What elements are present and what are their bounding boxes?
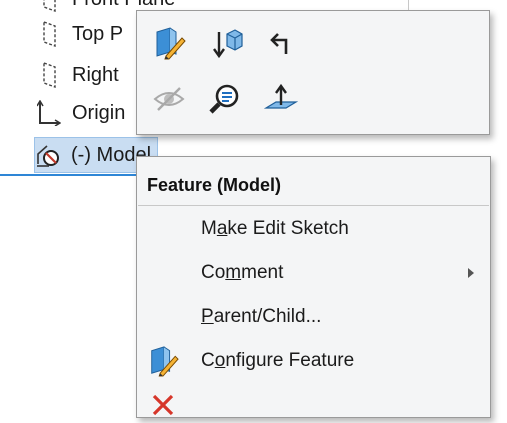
menu-item-label: Parent/Child... bbox=[201, 306, 322, 327]
menu-item-comment[interactable]: Comment bbox=[137, 253, 490, 293]
rollback-bar[interactable] bbox=[0, 174, 150, 176]
submenu-arrow-icon bbox=[468, 268, 474, 278]
hide-button[interactable] bbox=[149, 81, 189, 121]
delete-icon bbox=[145, 385, 181, 421]
parent-button[interactable] bbox=[261, 25, 301, 65]
menu-item-parent-child[interactable]: Parent/Child... bbox=[137, 297, 490, 337]
menu-item-make-edit-sketch[interactable]: Make Edit Sketch bbox=[137, 209, 490, 249]
configure-feature-icon bbox=[145, 343, 181, 379]
plane-icon bbox=[36, 0, 62, 13]
tree-item-label: Top P bbox=[72, 22, 124, 45]
parent-arrow-icon bbox=[266, 28, 296, 63]
tree-item-label: Origin bbox=[72, 101, 126, 124]
menu-item-label: Configure Feature bbox=[201, 350, 355, 371]
origin-icon bbox=[36, 99, 62, 127]
zoom-to-selection-button[interactable] bbox=[205, 81, 245, 121]
edit-feature-button[interactable] bbox=[149, 25, 189, 65]
tree-item-label: Right bbox=[72, 63, 119, 86]
menu-separator bbox=[138, 205, 489, 206]
tree-item-origin[interactable]: Origin bbox=[36, 96, 125, 130]
edit-feature-icon bbox=[152, 26, 186, 65]
sketch-icon bbox=[35, 141, 61, 169]
rollback-button[interactable] bbox=[207, 25, 247, 65]
normal-to-icon bbox=[263, 82, 299, 121]
menu-item-label: Make Edit Sketch bbox=[201, 218, 349, 239]
menu-item-delete[interactable] bbox=[137, 383, 490, 423]
tree-item-right-plane[interactable]: Right bbox=[36, 58, 119, 92]
tree-item-label: Front Plane bbox=[72, 0, 175, 11]
rollback-icon bbox=[210, 26, 244, 65]
plane-icon bbox=[36, 20, 62, 48]
context-toolbar bbox=[136, 10, 490, 135]
plane-icon bbox=[36, 61, 62, 89]
zoom-icon bbox=[208, 82, 242, 121]
menu-title: Feature (Model) bbox=[147, 175, 282, 195]
menu-item-label: Comment bbox=[201, 262, 284, 283]
normal-to-button[interactable] bbox=[261, 81, 301, 121]
tree-item-top-plane[interactable]: Top P bbox=[36, 17, 123, 51]
menu-item-configure-feature[interactable]: Configure Feature bbox=[137, 341, 490, 381]
eye-slash-icon bbox=[152, 84, 186, 119]
context-menu: Feature (Model) Make Edit Sketch Comment… bbox=[136, 156, 491, 418]
